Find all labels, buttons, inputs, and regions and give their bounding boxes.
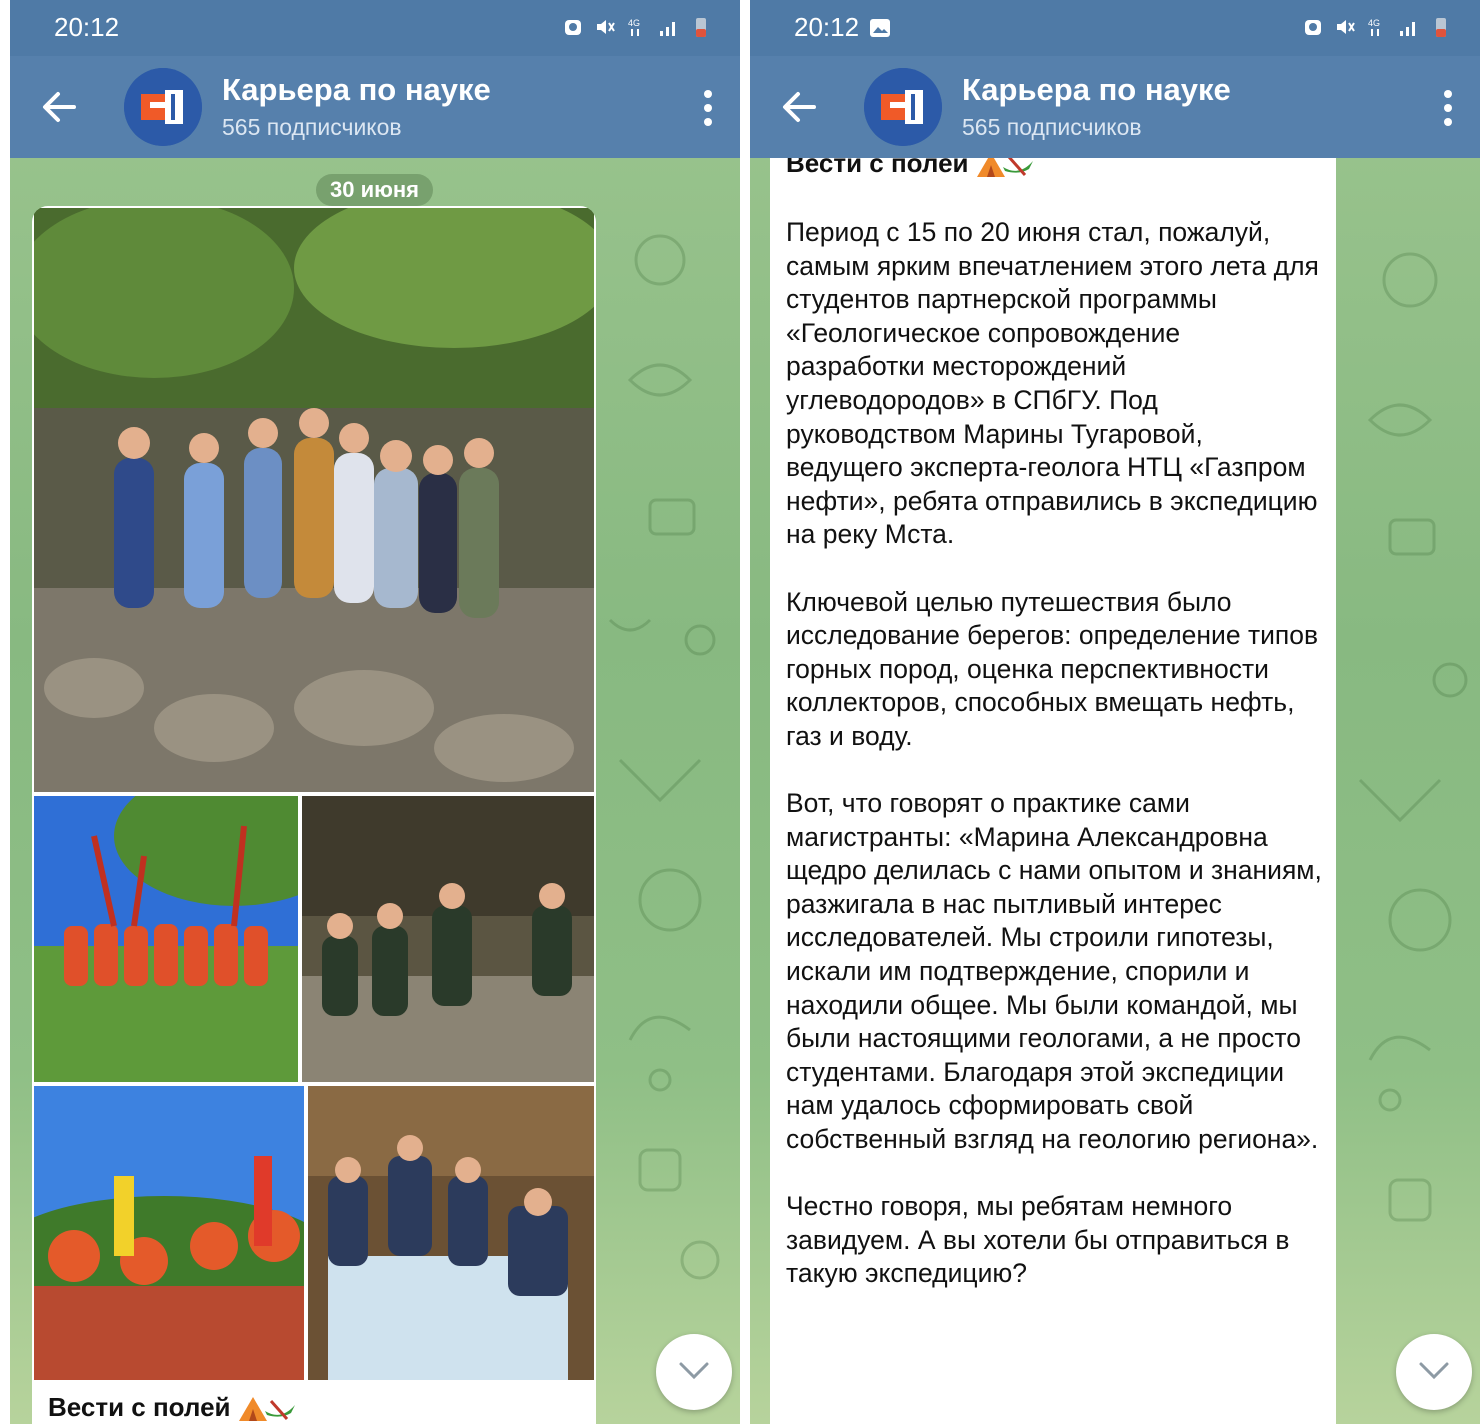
post-title: Вести с полей: [786, 158, 1035, 179]
tent-emoji-icon: [238, 1396, 295, 1421]
alarm-icon: [565, 20, 581, 35]
channel-avatar[interactable]: [864, 68, 942, 146]
channel-header: Карьера по науке 565 подписчиков: [750, 56, 1480, 158]
post-paragraph-3: Вот, что говорят о практике сами магистр…: [786, 788, 1322, 1155]
post-paragraph-2: Ключевой целью путешествия было исследов…: [786, 586, 1319, 751]
channel-title[interactable]: Карьера по науке: [222, 72, 491, 108]
signal-icon: [660, 22, 675, 36]
status-bar: 20:12 4G: [750, 0, 1480, 56]
channel-header: Карьера по науке 565 подписчиков: [10, 56, 740, 158]
status-bar: 20:12 4G: [10, 0, 740, 56]
signal-icon: [1400, 22, 1415, 36]
alarm-icon: [1305, 20, 1321, 35]
back-arrow-icon[interactable]: [36, 84, 82, 130]
album-photo-1[interactable]: [34, 208, 594, 792]
date-separator: 30 июня: [316, 174, 434, 206]
mute-icon: [1337, 20, 1355, 34]
scroll-down-button[interactable]: [656, 1334, 732, 1410]
post-paragraph-1: Период с 15 по 20 июня стал, пожалуй, са…: [786, 217, 1319, 550]
album-photo-5[interactable]: [308, 1086, 594, 1380]
mute-icon: [597, 20, 615, 34]
svg-text:4G: 4G: [628, 18, 640, 28]
channel-avatar[interactable]: [124, 68, 202, 146]
tent-emoji-icon: [976, 158, 1033, 177]
chevron-down-icon: [679, 1362, 709, 1380]
left-phone-screen: 20:12 4G Карьера по науке 565 подписчико…: [10, 0, 740, 1424]
subscriber-count: 565 подписчиков: [962, 114, 1142, 140]
caption-title-text: Вести с полей: [48, 1392, 231, 1422]
status-time: 20:12: [54, 12, 120, 42]
4g-icon: 4G: [1368, 18, 1380, 36]
chevron-down-icon: [1419, 1362, 1449, 1380]
image-notification-icon: [870, 19, 890, 37]
album-photo-2[interactable]: [34, 796, 298, 1082]
post-paragraph-4: Честно говоря, мы ребятам немного завиду…: [786, 1191, 1290, 1289]
more-vert-icon[interactable]: [698, 86, 718, 130]
post-body: Период с 15 по 20 июня стал, пожалуй, са…: [786, 216, 1326, 1325]
right-phone-screen: 20:12 4G Карьера по науке 565 подписчико…: [750, 0, 1480, 1424]
battery-icon: [1436, 18, 1446, 37]
album-photo-3[interactable]: [302, 796, 594, 1082]
album-photo-4[interactable]: [34, 1086, 304, 1380]
subscriber-count: 565 подписчиков: [222, 114, 402, 140]
post-message[interactable]: Вести с полей Период с 15 по 20 июня ста…: [770, 158, 1336, 1424]
status-time: 20:12: [794, 12, 860, 42]
scroll-down-button[interactable]: [1396, 1334, 1472, 1410]
album-message[interactable]: Вести с полей: [32, 206, 596, 1424]
4g-icon: 4G: [628, 18, 640, 36]
caption-title: Вести с полей: [48, 1392, 297, 1423]
channel-title[interactable]: Карьера по науке: [962, 72, 1231, 108]
back-arrow-icon[interactable]: [776, 84, 822, 130]
more-vert-icon[interactable]: [1438, 86, 1458, 130]
post-title-text: Вести с полей: [786, 158, 969, 178]
svg-text:4G: 4G: [1368, 18, 1380, 28]
battery-icon: [696, 18, 706, 37]
